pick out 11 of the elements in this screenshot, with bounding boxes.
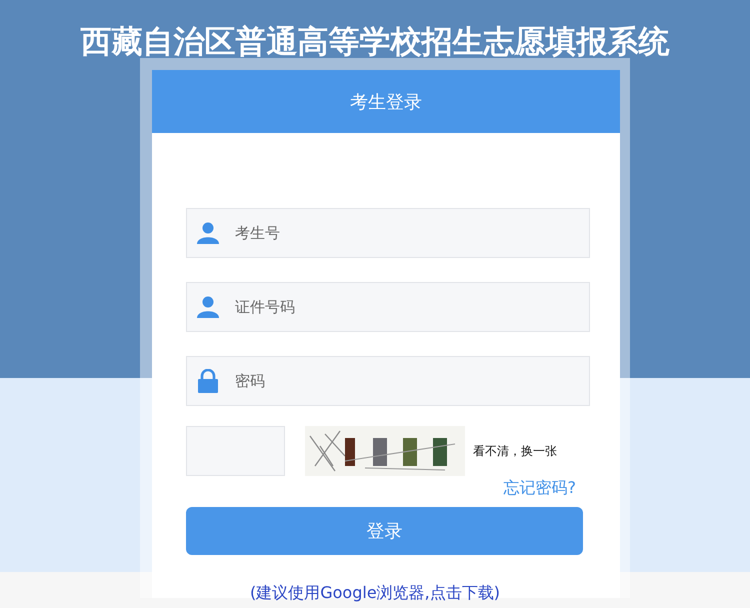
user-icon — [196, 295, 220, 319]
refresh-captcha-link[interactable]: 看不清，换一张 — [473, 442, 557, 460]
input-field[interactable]: 考生号 — [186, 208, 590, 258]
input-field[interactable]: 证件号码 — [186, 282, 590, 332]
browser-download-link[interactable]: (建议使用Google浏览器,点击下载) — [250, 583, 500, 602]
user-icon — [196, 221, 220, 245]
lock-icon — [196, 369, 220, 393]
page-title: 西藏自治区普通高等学校招生志愿填报系统 — [80, 23, 670, 58]
input-field[interactable]: 密码 — [186, 356, 590, 406]
panel-title: 考生登录 — [350, 90, 422, 114]
captcha-field[interactable] — [186, 426, 285, 476]
